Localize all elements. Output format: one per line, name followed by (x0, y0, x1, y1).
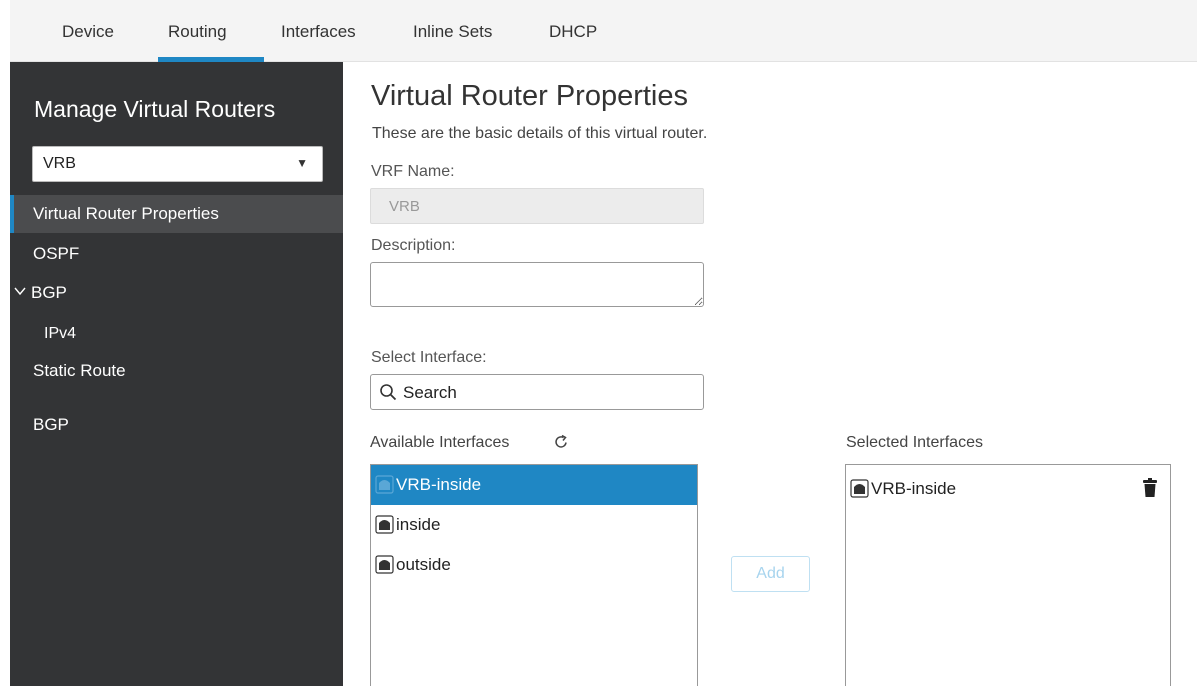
sidebar-item-label: BGP (33, 415, 69, 434)
description-field[interactable] (370, 262, 704, 307)
available-interfaces-list: VRB-inside inside outside (370, 464, 698, 686)
interface-icon (375, 475, 394, 494)
sidebar-item-virtual-router-properties[interactable]: Virtual Router Properties (10, 195, 343, 233)
select-interface-label: Select Interface: (371, 349, 487, 366)
trash-icon[interactable] (1143, 478, 1157, 498)
list-item-label: inside (396, 515, 441, 534)
sidebar-item-label: IPv4 (44, 325, 77, 342)
page-subtitle: These are the basic details of this virt… (372, 125, 708, 142)
sidebar-item-label: Virtual Router Properties (33, 204, 219, 223)
add-button[interactable]: Add (731, 556, 810, 592)
available-interfaces-label: Available Interfaces (370, 434, 510, 451)
tab-device[interactable]: Device (62, 22, 114, 42)
virtual-router-select[interactable]: VRB ▼ (32, 146, 323, 182)
selected-interfaces-list: VRB-inside (845, 464, 1171, 686)
sidebar-item-ospf[interactable]: OSPF (10, 235, 343, 273)
top-navigation: Device Routing Interfaces Inline Sets DH… (10, 0, 1197, 62)
sidebar: Manage Virtual Routers VRB ▼ Virtual Rou… (10, 62, 343, 686)
refresh-icon[interactable] (553, 434, 569, 455)
tab-interfaces[interactable]: Interfaces (281, 22, 356, 42)
tab-routing[interactable]: Routing (168, 22, 227, 42)
sidebar-item-bgp[interactable]: BGP (10, 406, 343, 444)
selected-interfaces-label: Selected Interfaces (846, 434, 983, 451)
interface-search-box[interactable] (370, 374, 704, 410)
list-item-label: VRB-inside (871, 479, 957, 498)
interface-icon (850, 479, 869, 498)
sidebar-title: Manage Virtual Routers (34, 96, 276, 122)
page-title: Virtual Router Properties (371, 80, 689, 112)
sidebar-item-bgp-group[interactable]: BGP (10, 274, 343, 312)
list-item[interactable]: VRB-inside (371, 465, 697, 505)
description-label: Description: (371, 237, 456, 254)
sidebar-item-label: BGP (31, 283, 67, 302)
list-item[interactable]: inside (371, 505, 697, 545)
sidebar-item-label: OSPF (33, 244, 80, 263)
vrf-name-field: VRB (370, 188, 704, 224)
list-item-label: VRB-inside (396, 475, 482, 494)
interface-icon (375, 515, 394, 534)
chevron-down-icon (14, 283, 26, 299)
sidebar-item-ipv4[interactable]: IPv4 (10, 314, 343, 352)
search-input[interactable] (403, 380, 693, 405)
dropdown-arrow-icon: ▼ (296, 156, 308, 170)
interface-icon (375, 555, 394, 574)
list-item-label: outside (396, 555, 451, 574)
list-item[interactable]: VRB-inside (846, 469, 1170, 509)
sidebar-item-label: Static Route (33, 361, 126, 380)
sidebar-item-static-route[interactable]: Static Route (10, 352, 343, 390)
vrf-name-label: VRF Name: (371, 163, 455, 180)
list-item[interactable]: outside (371, 545, 697, 585)
virtual-router-select-value: VRB (43, 155, 76, 172)
search-icon (379, 383, 397, 401)
tab-dhcp[interactable]: DHCP (549, 22, 597, 42)
tab-inline-sets[interactable]: Inline Sets (413, 22, 492, 42)
